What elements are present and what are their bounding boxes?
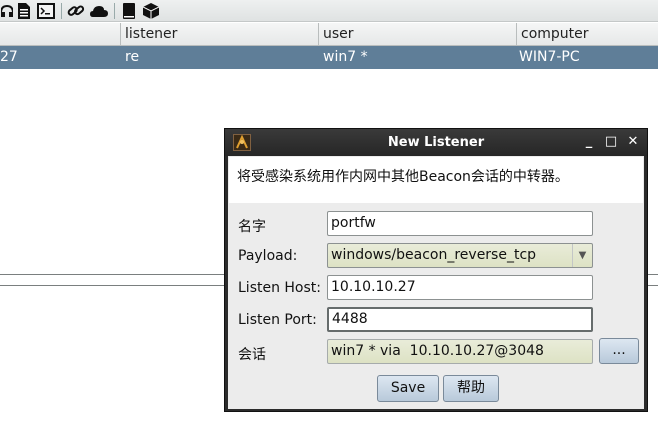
session-field[interactable]: win7 * via 10.10.10.27@3048 [327,339,593,364]
description-panel: 将受感染系统用作内网中其他Beacon会话的中转器。 [229,157,643,203]
cloud-icon[interactable] [87,2,111,20]
chevron-down-icon[interactable]: ▼ [572,244,592,267]
column-header-user[interactable]: user [318,23,516,46]
session-label: 会话 [238,347,266,363]
toolbar [0,0,658,22]
close-icon[interactable]: ✕ [625,134,641,150]
cell-user: win7 * [323,49,368,65]
table-header: listener user computer [0,23,658,46]
column-header-computer[interactable]: computer [516,23,658,46]
maximize-icon[interactable]: □ [603,134,619,150]
headset-icon[interactable] [0,2,14,20]
beacon-table: listener user computer 27 re win7 * WIN7… [0,23,658,69]
name-input[interactable]: portfw [327,211,593,236]
column-header-listener[interactable]: listener [120,23,318,46]
name-label: 名字 [238,219,266,235]
cell-listener: re [125,49,140,65]
listen-host-input[interactable]: 10.10.10.27 [327,275,593,300]
dialog-description: 将受感染系统用作内网中其他Beacon会话的中转器。 [237,169,569,185]
toolbar-separator [114,2,115,19]
listen-host-label: Listen Host: [238,280,322,296]
dialog-titlebar[interactable]: New Listener _ □ ✕ [225,129,647,156]
new-listener-dialog: New Listener _ □ ✕ 将受感染系统用作内网中其他Beacon会话… [224,128,648,412]
table-row[interactable]: 27 re win7 * WIN7-PC [0,46,658,69]
browse-session-button[interactable]: ... [599,338,639,364]
help-button[interactable]: 帮助 [443,375,499,402]
minimize-icon[interactable]: _ [581,134,597,150]
cell-internal: 27 [0,49,18,65]
payload-label: Payload: [238,248,298,264]
listen-port-input[interactable]: 4488 [327,307,593,332]
save-button[interactable]: Save [377,375,439,402]
link-icon[interactable] [65,2,87,20]
toolbar-separator [61,2,62,19]
dialog-body: 将受感染系统用作内网中其他Beacon会话的中转器。 名字 portfw Pay… [228,156,644,409]
listen-port-label: Listen Port: [238,312,317,328]
cell-computer: WIN7-PC [519,49,580,65]
payload-select[interactable]: windows/beacon_reverse_tcp ▼ [327,243,593,268]
package-icon[interactable] [140,2,162,20]
terminal-icon[interactable] [34,2,58,20]
notebook-icon[interactable] [118,2,140,20]
payload-value: windows/beacon_reverse_tcp [331,247,537,263]
document-icon[interactable] [14,2,34,20]
